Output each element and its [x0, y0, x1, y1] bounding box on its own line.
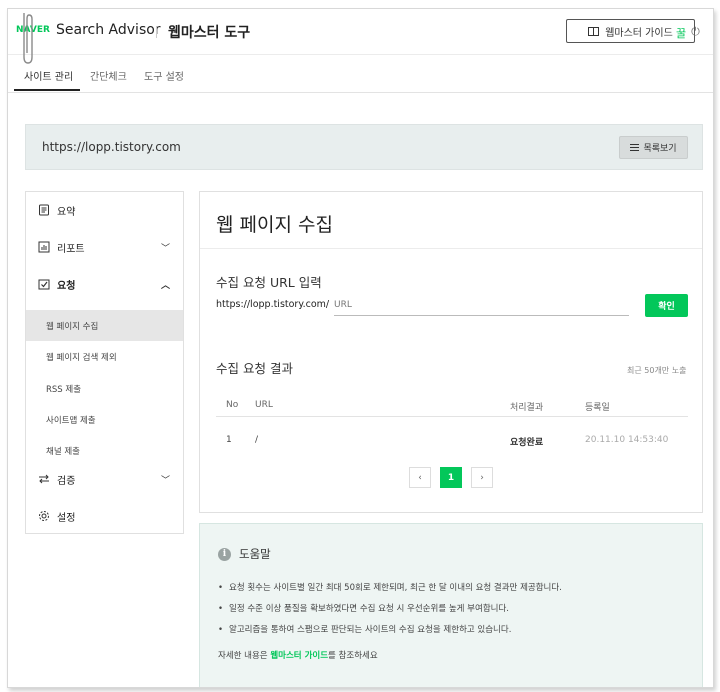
sidebar-item-label: 설정	[57, 512, 76, 524]
top-right-icons: 꿀 ⏻	[676, 25, 700, 41]
sidebar-item-verify[interactable]: 검증 ﹀	[26, 464, 183, 494]
chevron-down-icon: ﹀	[161, 475, 171, 486]
gear-icon	[39, 511, 49, 521]
subitem-label: 채널 제출	[46, 447, 80, 457]
table-header-divider	[216, 416, 688, 417]
help-title: i 도움말	[218, 546, 271, 562]
help-bullet-text: 알고리즘을 통하여 스팸으로 판단되는 사이트의 수집 요청을 제한하고 있습니…	[229, 625, 512, 635]
main-panel: 웹 페이지 수집 수집 요청 URL 입력 https://lopp.tisto…	[199, 191, 703, 513]
help-bullet: • 알고리즘을 통하여 스팸으로 판단되는 사이트의 수집 요청을 제한하고 있습…	[218, 625, 512, 635]
row-url: /	[255, 435, 259, 445]
row-date: 20.11.10 14:53:40	[585, 435, 669, 445]
paper-clip-icon	[23, 13, 33, 64]
sidebar-item-label: 요청	[57, 280, 76, 292]
tab-quick-check[interactable]: 간단체크	[90, 68, 127, 83]
checkbox-icon	[38, 279, 50, 290]
sidebar-subitem-channel[interactable]: 채널 제출	[26, 435, 183, 466]
url-prefix: https://lopp.tistory.com/	[216, 299, 330, 310]
tool-title: 웹마스터 도구	[168, 25, 251, 41]
brand-divider	[156, 26, 157, 38]
chevron-up-icon: ︿	[161, 280, 171, 291]
bar-chart-icon	[38, 241, 50, 253]
list-icon	[630, 144, 640, 151]
help-title-label: 도움말	[239, 547, 271, 561]
subitem-label: 웹 페이지 수집	[46, 322, 99, 332]
swap-icon	[39, 474, 49, 484]
list-view-label: 목록보기	[643, 144, 677, 154]
active-tab-indicator	[14, 89, 80, 91]
page-title: 웹 페이지 수집	[216, 214, 333, 236]
sidebar-subitem-rss[interactable]: RSS 제출	[26, 373, 183, 404]
url-input-section-title: 수집 요청 URL 입력	[216, 275, 322, 290]
help-box: i 도움말 • 요청 횟수는 사이트별 일간 최대 50회로 제한되며, 최근 한…	[199, 523, 703, 687]
chevron-down-icon: ﹀	[161, 243, 171, 254]
row-status: 요청완료	[510, 438, 544, 448]
confirm-button[interactable]: 확인	[645, 294, 688, 317]
pagination-current-page[interactable]: 1	[440, 467, 462, 488]
help-bullet-text: 일정 수준 이상 품질을 확보하였다면 수집 요청 시 우선순위를 높게 부여합…	[229, 604, 509, 614]
column-header-date: 등록일	[585, 403, 610, 413]
sidebar-subitem-sitemap[interactable]: 사이트맵 제출	[26, 404, 183, 435]
sidebar-item-summary[interactable]: 요약	[26, 195, 183, 225]
site-url-bar: https://lopp.tistory.com 목록보기	[25, 124, 703, 170]
help-bullet: • 일정 수준 이상 품질을 확보하였다면 수집 요청 시 우선순위를 높게 부여…	[218, 604, 509, 614]
browser-frame: NAVER Search Advisor 웹마스터 도구 웹마스터 가이드 꿀 …	[7, 8, 714, 688]
sidebar: 요약 리포트 ﹀ 요청 ︿ 웹 페이지 수집 웹 페이지 검색 제외 RSS 제…	[25, 191, 184, 534]
results-section-title: 수집 요청 결과	[216, 361, 293, 376]
column-header-url: URL	[255, 400, 273, 410]
sidebar-subitem-web-page-crawl[interactable]: 웹 페이지 수집	[26, 310, 183, 341]
site-url: https://lopp.tistory.com	[42, 140, 181, 154]
help-footer-prefix: 자세한 내용은	[218, 651, 271, 661]
brand-name[interactable]: Search Advisor	[56, 22, 161, 38]
list-view-button[interactable]: 목록보기	[619, 136, 688, 159]
help-footer: 자세한 내용은 웹마스터 가이드를 참조하세요	[218, 649, 378, 661]
info-icon: i	[218, 547, 231, 561]
sidebar-item-report[interactable]: 리포트 ﹀	[26, 232, 183, 262]
pagination-next-button[interactable]: ›	[471, 467, 493, 488]
tab-tool-settings[interactable]: 도구 설정	[144, 68, 184, 83]
subitem-label: 웹 페이지 검색 제외	[46, 353, 117, 363]
subitem-label: 사이트맵 제출	[46, 416, 96, 426]
sidebar-item-request[interactable]: 요청 ︿	[26, 269, 183, 299]
top-bar: NAVER Search Advisor 웹마스터 도구 웹마스터 가이드 꿀 …	[8, 9, 713, 55]
help-bullet-text: 요청 횟수는 사이트별 일간 최대 50회로 제한되며, 최근 한 달 이내의 …	[229, 583, 562, 593]
help-bullet: • 요청 횟수는 사이트별 일간 최대 50회로 제한되며, 최근 한 달 이내의…	[218, 583, 562, 593]
webmaster-guide-link[interactable]: 웹마스터 가이드	[270, 651, 328, 661]
row-no: 1	[226, 435, 232, 445]
help-footer-suffix: 를 참조하세요	[328, 651, 378, 661]
sidebar-item-settings[interactable]: 설정	[26, 501, 183, 531]
column-header-no: No	[226, 400, 239, 410]
subitem-label: RSS 제출	[46, 385, 82, 395]
sidebar-subitem-search-exclusion[interactable]: 웹 페이지 검색 제외	[26, 341, 183, 372]
power-icon[interactable]: ⏻	[691, 25, 700, 41]
recent-note: 최근 50개만 노출	[627, 366, 687, 375]
sidebar-item-label: 리포트	[57, 243, 85, 255]
book-icon	[588, 26, 600, 36]
url-input[interactable]	[334, 294, 629, 316]
tab-site-management[interactable]: 사이트 관리	[24, 68, 73, 83]
bee-icon[interactable]: 꿀	[676, 25, 686, 41]
sidebar-item-label: 검증	[57, 475, 76, 487]
column-header-status: 처리결과	[510, 403, 544, 413]
document-icon	[39, 204, 49, 216]
sidebar-item-label: 요약	[57, 206, 76, 218]
guide-button-label: 웹마스터 가이드	[605, 27, 673, 39]
title-divider	[200, 248, 702, 249]
pagination-prev-button[interactable]: ‹	[409, 467, 431, 488]
